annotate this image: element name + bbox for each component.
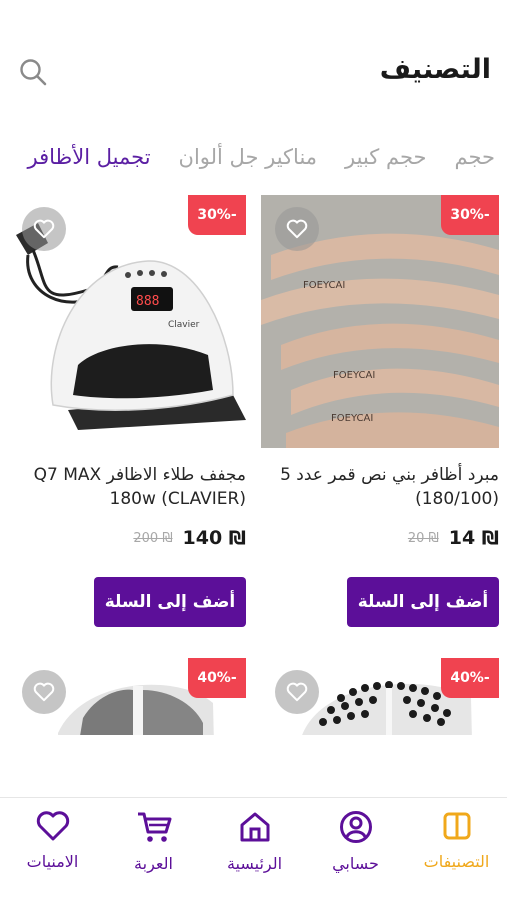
nav-account[interactable]: حسابي <box>305 810 406 890</box>
discount-badge: 30%- <box>188 195 246 235</box>
product-card[interactable]: 40%- <box>8 658 246 735</box>
bottom-navigation: التصنيفات حسابي الرئيسية العربة الامنيات <box>0 797 507 900</box>
price-row: 140 ₪ 200 ₪ <box>8 525 246 551</box>
heart-outline-icon <box>286 682 308 702</box>
nav-label: العربة <box>134 854 173 873</box>
lamp-display: 888 <box>136 294 159 309</box>
tab-large-size[interactable]: حجم كبير <box>345 140 426 174</box>
home-icon <box>240 812 269 842</box>
page-title: التصنيف <box>379 54 491 85</box>
product-name[interactable]: مبرد أظافر بني نص قمر عدد 5 (180/100) <box>261 463 499 511</box>
product-card[interactable]: 888 Clavier 30%- مجفف طلاء الاظافر Q7 MA… <box>8 195 246 635</box>
search-icon[interactable] <box>18 57 48 87</box>
old-price: 200 ₪ <box>133 530 173 546</box>
product-image[interactable]: FOEYCAI FOEYCAI FOEYCAI 30%- <box>261 195 499 448</box>
favorite-button[interactable] <box>22 670 66 714</box>
favorite-button[interactable] <box>22 207 66 251</box>
add-to-cart-button[interactable]: أضف إلى السلة <box>94 577 246 627</box>
favorite-button[interactable] <box>275 670 319 714</box>
tab-nail-care[interactable]: تجميل الأظافر <box>28 140 151 174</box>
discount-badge: 40%- <box>188 658 246 698</box>
cart-icon <box>137 812 171 842</box>
tab-size[interactable]: حجم <box>454 140 495 174</box>
brand-text: Clavier <box>168 320 200 330</box>
discount-badge: 40%- <box>441 658 499 698</box>
nav-label: حسابي <box>332 854 379 873</box>
tab-gel-colors[interactable]: مناكير جل ألوان <box>179 140 317 174</box>
product-image[interactable]: 40%- <box>8 658 246 735</box>
favorite-button[interactable] <box>275 207 319 251</box>
nav-label: الامنيات <box>26 852 79 871</box>
heart-outline-icon <box>33 682 55 702</box>
app-header: التصنيف <box>0 0 507 120</box>
product-image[interactable]: 888 Clavier 30%- <box>8 195 246 448</box>
price: 14 ₪ <box>448 527 499 549</box>
price-row: 14 ₪ 20 ₪ <box>261 525 499 551</box>
heart-outline-icon <box>286 219 308 239</box>
product-card[interactable]: 40%- <box>261 658 499 735</box>
nav-home[interactable]: الرئيسية <box>204 810 305 890</box>
categories-icon <box>443 812 470 840</box>
product-card[interactable]: FOEYCAI FOEYCAI FOEYCAI 30%- مبرد أظافر … <box>261 195 499 635</box>
discount-badge: 30%- <box>441 195 499 235</box>
heart-icon <box>36 811 69 841</box>
nav-label: الرئيسية <box>226 854 283 873</box>
account-icon <box>339 811 372 843</box>
nav-label: التصنيفات <box>423 852 490 871</box>
category-tabs: تجميل الأظافر مناكير جل ألوان حجم كبير ح… <box>0 140 507 176</box>
product-grid: FOEYCAI FOEYCAI FOEYCAI 30%- مبرد أظافر … <box>0 195 507 735</box>
brand-text: FOEYCAI <box>331 413 373 424</box>
add-to-cart-button[interactable]: أضف إلى السلة <box>347 577 499 627</box>
nav-wishlist[interactable]: الامنيات <box>2 810 103 890</box>
nav-cart[interactable]: العربة <box>103 810 204 890</box>
price: 140 ₪ <box>182 527 246 549</box>
brand-text: FOEYCAI <box>303 280 345 291</box>
product-image[interactable]: 40%- <box>261 658 499 735</box>
nav-categories[interactable]: التصنيفات <box>406 810 507 890</box>
heart-outline-icon <box>33 219 55 239</box>
brand-text: FOEYCAI <box>333 370 375 381</box>
old-price: 20 ₪ <box>407 530 439 546</box>
product-name[interactable]: مجفف طلاء الاظافر Q7 MAX 180w (CLAVIER) <box>8 463 246 511</box>
